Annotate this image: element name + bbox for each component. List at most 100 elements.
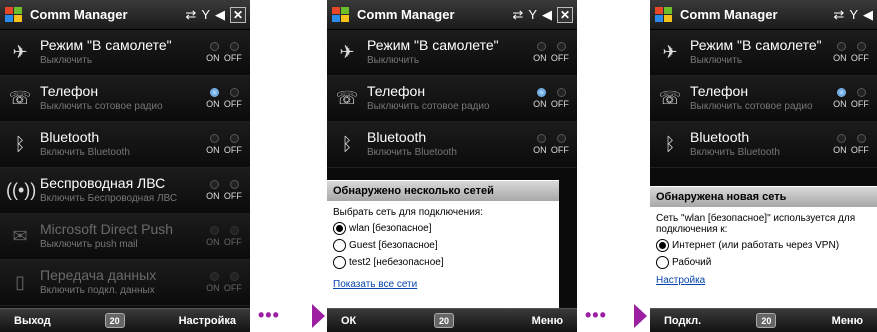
multi-network-dialog: Обнаружено несколько сетей Выбрать сеть … (327, 180, 559, 308)
on-off-toggle[interactable]: ON OFF (204, 88, 244, 109)
on-radio[interactable] (209, 134, 219, 143)
show-all-networks-link[interactable]: Показать все сети (333, 279, 553, 290)
off-label: OFF (550, 99, 569, 109)
push-mail-icon: ✉ (12, 226, 28, 246)
comm-row[interactable]: ✈ Режим "В самолете" Выключить ON OFF (327, 30, 577, 76)
airplane-icon: ✈ (12, 42, 28, 62)
off-radio[interactable] (229, 180, 239, 189)
on-off-toggle[interactable]: ON OFF (831, 42, 871, 63)
on-off-toggle[interactable]: ON OFF (204, 180, 244, 201)
settings-link[interactable]: Настройка (656, 275, 871, 286)
comm-row[interactable]: ▯ Передача данных Включить подкл. данных ON… (0, 260, 250, 306)
comm-row[interactable]: ✈ Режим "В самолете" Выключить ON OFF (650, 30, 877, 76)
comm-row[interactable]: ✈ Режим "В самолете" Выключить ON OFF (0, 30, 250, 76)
windows-start-icon[interactable] (4, 6, 24, 24)
dialog-option[interactable]: Интернет (или работать через VPN) (656, 239, 871, 252)
signal-icon[interactable]: Y (528, 7, 537, 22)
off-radio[interactable] (229, 226, 239, 235)
off-radio[interactable] (856, 88, 866, 97)
keyboard-icon[interactable]: 20 (756, 313, 777, 328)
windows-start-icon[interactable] (654, 6, 674, 24)
off-label: OFF (223, 237, 242, 247)
on-radio[interactable] (209, 226, 219, 235)
on-radio[interactable] (536, 42, 546, 51)
softkey-right[interactable]: Меню (832, 315, 863, 327)
connectivity-icon[interactable]: ⇄ (512, 7, 523, 23)
windows-start-icon[interactable] (331, 6, 351, 24)
off-radio[interactable] (229, 42, 239, 51)
dialog-option[interactable]: wlan [безопасное] (333, 222, 553, 235)
softkey-left[interactable]: ОК (341, 315, 356, 327)
comm-row[interactable]: ᛒ Bluetooth Включить Bluetooth ON OFF (0, 122, 250, 168)
on-off-toggle[interactable]: ON OFF (531, 134, 571, 155)
comm-row[interactable]: ((•)) Беспроводная ЛВС Включить Беспроводн… (0, 168, 250, 214)
softkey-right[interactable]: Настройка (179, 315, 236, 327)
app-title: Comm Manager (30, 7, 128, 22)
softkey-right[interactable]: Меню (532, 315, 563, 327)
row-subtitle: Включить подкл. данных (40, 285, 155, 296)
on-radio[interactable] (836, 88, 846, 97)
signal-icon[interactable]: Y (849, 7, 858, 22)
off-radio[interactable] (556, 88, 566, 97)
on-off-toggle[interactable]: ON OFF (204, 226, 244, 247)
radio-button[interactable] (656, 239, 669, 252)
off-radio[interactable] (229, 272, 239, 281)
volume-icon[interactable]: ◀ (542, 7, 552, 23)
on-off-toggle[interactable]: ON OFF (204, 42, 244, 63)
on-radio[interactable] (836, 42, 846, 51)
on-off-toggle[interactable]: ON OFF (831, 88, 871, 109)
close-icon[interactable]: ✕ (557, 6, 573, 23)
radio-button[interactable] (656, 256, 669, 269)
on-radio[interactable] (209, 88, 219, 97)
on-radio[interactable] (536, 88, 546, 97)
on-label: ON (533, 145, 547, 155)
row-subtitle: Выключить (367, 55, 420, 66)
on-radio[interactable] (209, 180, 219, 189)
dialog-option[interactable]: test2 [небезопасное] (333, 256, 553, 269)
comm-row[interactable]: ᛒ Bluetooth Включить Bluetooth ON OFF (650, 122, 877, 168)
comm-row[interactable]: ☏ Телефон Выключить сотовое радио ON OFF (650, 76, 877, 122)
on-radio[interactable] (209, 42, 219, 51)
off-radio[interactable] (556, 134, 566, 143)
on-off-toggle[interactable]: ON OFF (531, 42, 571, 63)
connectivity-icon[interactable]: ⇄ (833, 7, 844, 23)
on-label: ON (533, 53, 547, 63)
radio-button[interactable] (333, 256, 346, 269)
dialog-option[interactable]: Рабочий (656, 256, 871, 269)
radio-button[interactable] (333, 222, 346, 235)
dialog-option[interactable]: Guest [безопасное] (333, 239, 553, 252)
on-off-toggle[interactable]: ON OFF (204, 134, 244, 155)
off-radio[interactable] (856, 42, 866, 51)
on-off-toggle[interactable]: ON OFF (204, 272, 244, 293)
volume-icon[interactable]: ◀ (863, 7, 873, 23)
screen-new-network: Comm Manager ⇄ Y ◀ ✈ Режим "В самолете" Вы… (650, 0, 877, 332)
row-subtitle: Выключить push mail (40, 239, 138, 250)
keyboard-icon[interactable]: 20 (104, 313, 125, 328)
comm-row[interactable]: ☏ Телефон Выключить сотовое радио ON OFF (327, 76, 577, 122)
close-icon[interactable]: ✕ (230, 6, 246, 23)
on-radio[interactable] (836, 134, 846, 143)
off-radio[interactable] (556, 42, 566, 51)
off-radio[interactable] (229, 134, 239, 143)
title-bar: Comm Manager ⇄ Y ◀ ✕ (0, 0, 250, 30)
off-radio[interactable] (229, 88, 239, 97)
signal-icon[interactable]: Y (201, 7, 210, 22)
row-title: Bluetooth (690, 129, 750, 145)
option-label: Рабочий (672, 257, 712, 268)
softkey-left[interactable]: Выход (14, 315, 51, 327)
volume-icon[interactable]: ◀ (215, 7, 225, 23)
row-title: Режим "В самолете" (367, 37, 499, 53)
comm-row[interactable]: ☏ Телефон Выключить сотовое радио ON OFF (0, 76, 250, 122)
on-off-toggle[interactable]: ON OFF (531, 88, 571, 109)
off-radio[interactable] (856, 134, 866, 143)
softkey-left[interactable]: Подкл. (664, 315, 701, 327)
on-radio[interactable] (536, 134, 546, 143)
bluetooth-icon: ᛒ (664, 134, 676, 154)
comm-row[interactable]: ᛒ Bluetooth Включить Bluetooth ON OFF (327, 122, 577, 168)
comm-row[interactable]: ✉ Microsoft Direct Push Выключить push mai… (0, 214, 250, 260)
on-radio[interactable] (209, 272, 219, 281)
on-off-toggle[interactable]: ON OFF (831, 134, 871, 155)
keyboard-icon[interactable]: 20 (433, 313, 454, 328)
connectivity-icon[interactable]: ⇄ (185, 7, 196, 23)
radio-button[interactable] (333, 239, 346, 252)
